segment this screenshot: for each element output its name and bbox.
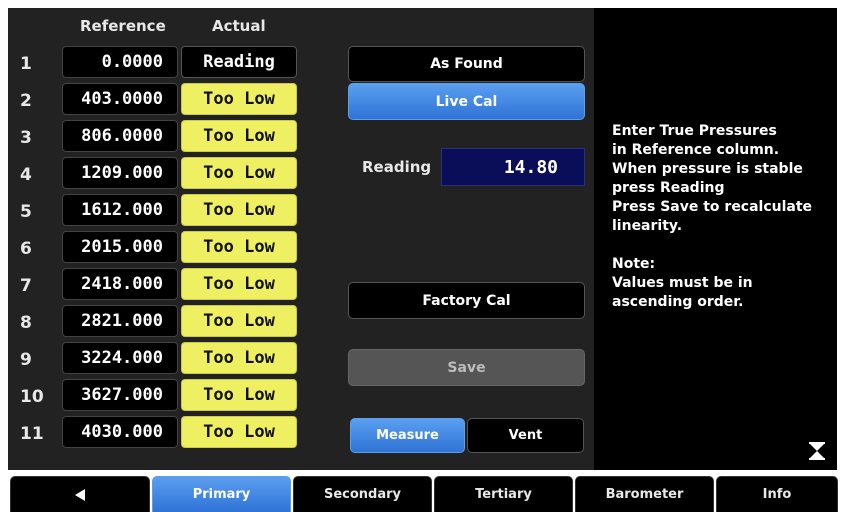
- row-number: 9: [20, 350, 32, 370]
- note-line: Values must be in: [612, 275, 753, 291]
- instruction-line: press Reading: [612, 180, 725, 196]
- instruction-line: linearity.: [612, 218, 683, 234]
- reference-column-header: Reference: [80, 17, 166, 35]
- reference-cell[interactable]: 4030.000: [62, 416, 178, 448]
- row-number: 10: [20, 387, 44, 407]
- reference-cell[interactable]: 3627.000: [62, 379, 178, 411]
- actual-cell[interactable]: Too Low: [181, 416, 297, 448]
- reference-cell[interactable]: 3224.000: [62, 342, 178, 374]
- instructions-text: Enter True Pressures in Reference column…: [612, 122, 834, 312]
- instruction-line: Enter True Pressures: [612, 123, 777, 139]
- instruction-line: in Reference column.: [612, 142, 780, 158]
- reading-value-display: 14.80: [441, 148, 585, 186]
- tab-info[interactable]: Info: [716, 476, 838, 512]
- row-number: 11: [20, 424, 44, 444]
- actual-cell[interactable]: Reading: [181, 46, 297, 78]
- hourglass-icon[interactable]: [808, 442, 826, 460]
- actual-cell[interactable]: Too Low: [181, 194, 297, 226]
- note-title: Note:: [612, 256, 656, 272]
- actual-cell[interactable]: Too Low: [181, 268, 297, 300]
- note-line: ascending order.: [612, 294, 744, 310]
- row-number: 4: [20, 165, 32, 185]
- row-number: 3: [20, 128, 32, 148]
- reference-cell[interactable]: 403.0000: [62, 83, 178, 115]
- actual-cell[interactable]: Too Low: [181, 231, 297, 263]
- live-cal-button[interactable]: Live Cal: [348, 83, 585, 120]
- row-number: 2: [20, 91, 32, 111]
- reference-cell[interactable]: 1209.000: [62, 157, 178, 189]
- tab-tertiary[interactable]: Tertiary: [434, 476, 573, 512]
- actual-cell[interactable]: Too Low: [181, 379, 297, 411]
- actual-cell[interactable]: Too Low: [181, 305, 297, 337]
- row-number: 6: [20, 239, 32, 259]
- row-number: 7: [20, 276, 32, 296]
- reference-cell[interactable]: 2015.000: [62, 231, 178, 263]
- reference-cell[interactable]: 0.0000: [62, 46, 178, 78]
- tab-barometer[interactable]: Barometer: [575, 476, 714, 512]
- reading-label: Reading: [362, 158, 432, 176]
- instruction-line: Press Save to recalculate: [612, 199, 813, 215]
- as-found-button[interactable]: As Found: [348, 46, 585, 82]
- tab-primary[interactable]: Primary: [152, 476, 291, 512]
- actual-cell[interactable]: Too Low: [181, 157, 297, 189]
- tab-secondary[interactable]: Secondary: [293, 476, 432, 512]
- back-button[interactable]: [10, 476, 150, 512]
- save-button[interactable]: Save: [348, 349, 585, 386]
- row-number: 8: [20, 313, 32, 333]
- reference-cell[interactable]: 1612.000: [62, 194, 178, 226]
- vent-button[interactable]: Vent: [467, 418, 584, 453]
- actual-column-header: Actual: [212, 17, 266, 35]
- actual-cell[interactable]: Too Low: [181, 342, 297, 374]
- left-triangle-icon: [75, 488, 85, 501]
- reference-cell[interactable]: 2418.000: [62, 268, 178, 300]
- actual-cell[interactable]: Too Low: [181, 120, 297, 152]
- factory-cal-button[interactable]: Factory Cal: [348, 282, 585, 319]
- measure-button[interactable]: Measure: [350, 418, 465, 453]
- row-number: 1: [20, 54, 32, 74]
- row-number: 5: [20, 202, 32, 222]
- actual-cell[interactable]: Too Low: [181, 83, 297, 115]
- reference-cell[interactable]: 2821.000: [62, 305, 178, 337]
- instruction-line: When pressure is stable: [612, 161, 803, 177]
- reference-cell[interactable]: 806.0000: [62, 120, 178, 152]
